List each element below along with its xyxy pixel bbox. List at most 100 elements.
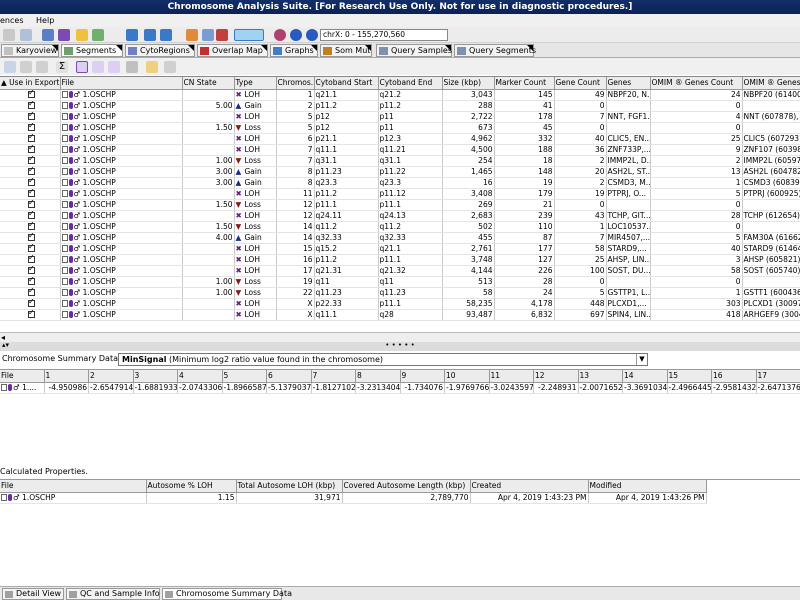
tab-qc-sample-info[interactable]: QC and Sample Info [66,588,160,600]
highlight-icon[interactable] [186,29,198,41]
column-header[interactable]: 7 [311,370,356,383]
use-in-export-checkbox[interactable] [28,89,35,98]
use-in-export-checkbox[interactable] [28,166,35,175]
table-row[interactable]: ♂ 1.OSCHP 1.15 31,971 2,789,770 Apr 4, 2019 … [0,492,707,504]
use-in-export-cell[interactable] [0,111,61,123]
table-row[interactable]: ♂ 1.OSCHP3.00▲Gain8p11.23p11.221,4651482… [0,166,800,178]
tab-som-mut[interactable]: Som Mut [320,44,372,57]
filter-rows-icon[interactable] [4,61,16,73]
column-header[interactable]: File [60,77,183,90]
use-in-export-cell[interactable] [0,298,61,310]
column-header[interactable]: ▲ Use in Export [0,77,61,90]
table-row[interactable]: ♂ 1.OSCHP5.00▲Gain2p11.2p11.22884100 [0,100,800,112]
sum-icon[interactable]: Σ [56,61,68,73]
use-in-export-checkbox[interactable] [28,276,35,285]
use-in-export-checkbox[interactable] [28,133,35,142]
tab-karyoview[interactable]: Karyoview [1,44,59,57]
table-row[interactable]: ♂ 1.OSCHP1.50▼Loss12p11.1p11.12692100 [0,199,800,211]
column-header[interactable]: Size (kbp) [442,77,495,90]
use-in-export-cell[interactable] [0,254,61,266]
purple-grid-icon[interactable] [76,61,88,73]
use-in-export-cell[interactable] [0,232,61,244]
use-in-export-checkbox[interactable] [28,232,35,241]
column-header[interactable]: 1 [44,370,89,383]
table-row[interactable]: ♂ 1.OSCHP1.00▼Loss7q31.1q31.1254182IMMP2… [0,155,800,167]
column-header[interactable]: File [0,480,147,493]
use-in-export-checkbox[interactable] [28,298,35,307]
use-in-export-cell[interactable] [0,177,61,189]
column-header[interactable]: File [0,370,45,383]
marker-icon[interactable] [216,29,228,41]
table-row[interactable]: ♂ 1.OSCHP✖LOH16p11.2p11.13,74812725AHSP,… [0,254,800,266]
region-input[interactable]: chrX: 0 - 155,270,560 [320,29,448,41]
tab-segments[interactable]: Segments [61,44,123,57]
column-header[interactable]: OMIM ® Genes Count [650,77,743,90]
column-header[interactable]: 9 [400,370,445,383]
column-header[interactable]: Covered Autosome Length (kbp) [342,480,471,493]
column-header[interactable]: 2 [88,370,134,383]
use-in-export-checkbox[interactable] [28,177,35,186]
use-in-export-checkbox[interactable] [28,144,35,153]
purple-chrom-icon[interactable] [108,61,120,73]
column-header[interactable]: Marker Count [494,77,555,90]
use-in-export-checkbox[interactable] [28,155,35,164]
column-header[interactable]: CN State [182,77,235,90]
back-icon[interactable] [274,29,286,41]
use-in-export-cell[interactable] [0,243,61,255]
column-header[interactable]: 17 [756,370,800,383]
column-header[interactable]: Genes [606,77,651,90]
tab-detail-view[interactable]: Detail View [2,588,64,600]
column-header[interactable]: OMIM ® Genes [742,77,800,90]
column-header[interactable]: 11 [489,370,534,383]
use-in-export-cell[interactable] [0,100,61,112]
purple-bars-icon[interactable] [92,61,104,73]
column-header[interactable]: Type [234,77,277,90]
table-row[interactable]: ♂ 1.OSCHP4.00▲Gain14q32.33q32.33455877MI… [0,232,800,244]
layout-icon[interactable] [92,29,104,41]
column-header[interactable]: 14 [622,370,668,383]
paste-icon[interactable] [36,61,48,73]
table-row[interactable]: ♂ 1.OSCHP✖LOH12q24.11q24.132,68323943TCH… [0,210,800,222]
open-icon[interactable] [3,29,15,41]
use-in-export-checkbox[interactable] [28,265,35,274]
column-header[interactable]: Created [470,480,589,493]
column-header[interactable]: Cytoband End [378,77,443,90]
use-in-export-checkbox[interactable] [28,122,35,131]
use-in-export-checkbox[interactable] [28,210,35,219]
sample-icon[interactable] [42,29,54,41]
zoom-icon[interactable] [202,29,214,41]
filter-icon[interactable] [58,29,70,41]
use-in-export-cell[interactable] [0,287,61,299]
column-header[interactable]: Autosome % LOH [146,480,237,493]
use-in-export-cell[interactable] [0,166,61,178]
tab-cytoregions[interactable]: CytoRegions [125,44,195,57]
copy-icon[interactable] [20,61,32,73]
table-row[interactable]: ♂ 1.OSCHP1.00▼Loss22q11.23q11.2358245GST… [0,287,800,299]
column-header[interactable]: 16 [711,370,757,383]
column-header[interactable]: Modified [588,480,707,493]
tab-query-segments[interactable]: Query Segments [454,44,536,57]
table-row[interactable]: ♂ 1.OSCHP1.50▼Loss5p12p116734500 [0,122,800,134]
tab-overlap-map[interactable]: Overlap Map [197,44,268,57]
use-in-export-cell[interactable] [0,199,61,211]
table-row[interactable]: ♂ 1.OSCHP✖LOH17q21.31q21.324,144226100SO… [0,265,800,277]
use-in-export-checkbox[interactable] [28,309,35,318]
menu-preferences[interactable]: ences [0,16,23,25]
table-row[interactable]: ♂ 1.OSCHP1.00▼Loss19q11q115132800 [0,276,800,288]
export-icon[interactable] [76,29,88,41]
collapse-arrows-icon[interactable]: ▴▾ [2,342,9,349]
table-row[interactable]: ♂ 1.OSCHP✖LOHXq11.1q2893,4876,832697SPIN… [0,309,800,321]
table-icon[interactable] [126,61,138,73]
tab-chromosome-summary-data[interactable]: Chromosome Summary Data [162,588,292,600]
help-icon[interactable] [306,29,318,41]
use-in-export-cell[interactable] [0,144,61,156]
table-row[interactable]: ♂ 1.OSCHP✖LOH5p12p112,7221787NNT, FGF1..… [0,111,800,123]
use-in-export-cell[interactable] [0,133,61,145]
column-header[interactable]: 13 [578,370,623,383]
anchor-icon[interactable] [290,29,302,41]
tab-query-samples[interactable]: Query Samples [376,44,452,57]
column-header[interactable]: Cytoband Start [314,77,379,90]
table-row[interactable]: ♂ 1.OSCHP3.00▲Gain8q23.3q23.316192CSMD3,… [0,177,800,189]
use-in-export-checkbox[interactable] [28,188,35,197]
use-in-export-checkbox[interactable] [28,100,35,109]
